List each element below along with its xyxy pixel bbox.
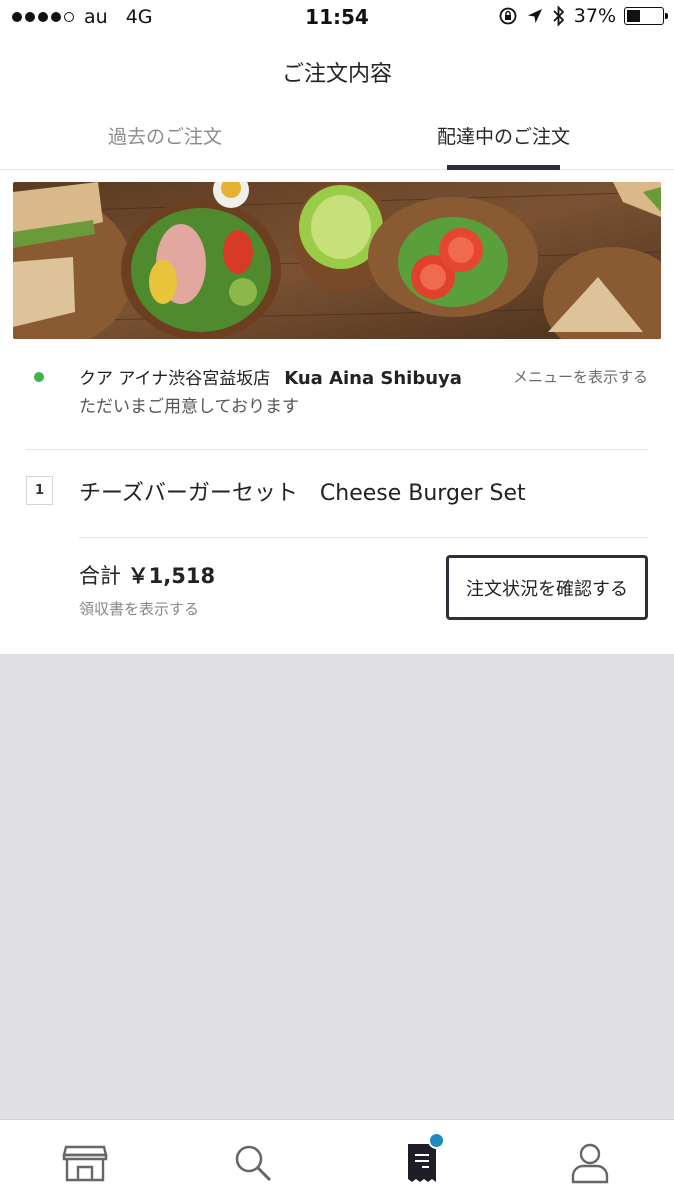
- nav-orders[interactable]: [397, 1132, 447, 1188]
- bluetooth-icon: [553, 5, 565, 27]
- nav-store[interactable]: [60, 1138, 110, 1188]
- nav-search[interactable]: [228, 1138, 278, 1188]
- restaurant-banner-image: [13, 182, 661, 339]
- order-tabs: 過去のご注文 配達中のご注文: [0, 122, 674, 170]
- notification-badge: [428, 1132, 445, 1149]
- search-icon: [235, 1145, 272, 1182]
- status-right: 37%: [498, 5, 668, 27]
- location-arrow-icon: [527, 9, 542, 23]
- view-receipt-link[interactable]: 領収書を表示する: [79, 598, 199, 619]
- order-status-dot: [34, 372, 44, 382]
- total-amount: ￥1,518: [127, 564, 216, 588]
- tab-active-orders-label: 配達中のご注文: [437, 126, 571, 148]
- item-quantity-badge: 1: [26, 476, 53, 505]
- tab-active-orders[interactable]: 配達中のご注文: [437, 122, 570, 170]
- order-total: 合計 ￥1,518: [79, 560, 215, 590]
- check-order-status-button[interactable]: 注文状況を確認する: [446, 555, 648, 620]
- total-label: 合計: [79, 564, 121, 588]
- store-name-jp: クア アイナ渋谷宮益坂店: [79, 369, 271, 389]
- battery-icon: [624, 7, 668, 25]
- store-name-en: Kua Aina Shibuya: [284, 368, 462, 389]
- order-status-text: ただいまご用意しております: [79, 397, 299, 417]
- page-title: ご注文内容: [281, 62, 392, 87]
- show-menu-link[interactable]: メニューを表示する: [513, 366, 648, 387]
- order-card: クア アイナ渋谷宮益坂店 Kua Aina Shibuya メニューを表示する た…: [0, 170, 674, 654]
- tab-past-orders[interactable]: 過去のご注文: [108, 122, 222, 170]
- user-icon: [571, 1143, 609, 1184]
- store-icon: [62, 1145, 108, 1182]
- order-item-name: チーズバーガーセット Cheese Burger Set: [79, 481, 526, 506]
- status-bar: au 4G 11:54 37%: [0, 0, 674, 36]
- divider: [79, 537, 648, 538]
- store-name: クア アイナ渋谷宮益坂店 Kua Aina Shibuya: [79, 364, 462, 389]
- nav-account[interactable]: [565, 1138, 615, 1188]
- header: ご注文内容 過去のご注文 配達中のご注文: [0, 36, 674, 170]
- rotation-lock-icon: [499, 7, 517, 25]
- bottom-nav: [0, 1119, 674, 1200]
- divider: [26, 449, 648, 450]
- battery-percent: 37%: [573, 5, 616, 27]
- food-photo-icon: [13, 182, 661, 339]
